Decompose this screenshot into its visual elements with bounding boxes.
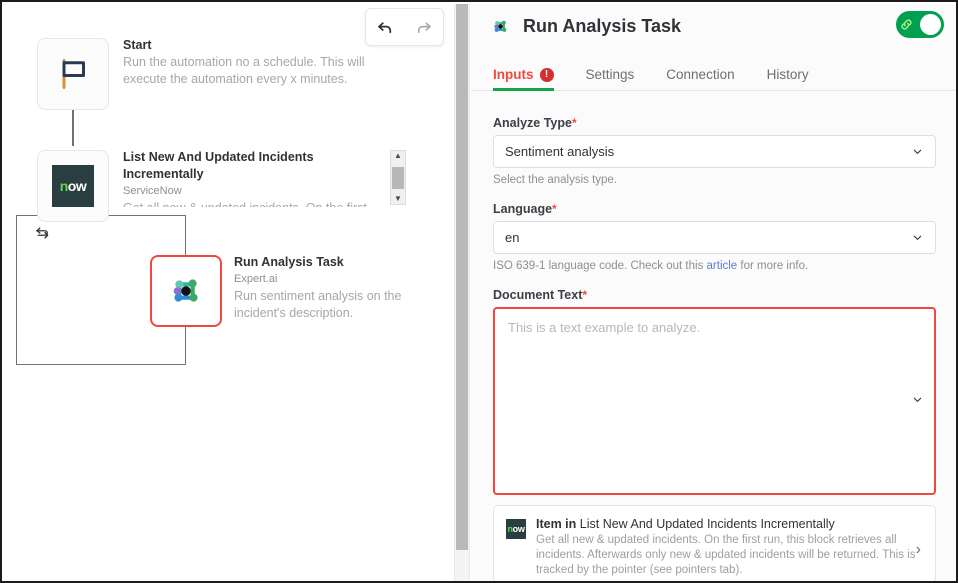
document-text-label: Document Text* (493, 288, 936, 302)
tab-connection-label: Connection (666, 67, 734, 82)
analyze-type-label-text: Analyze Type (493, 116, 572, 130)
node-run-analysis-task[interactable] (150, 255, 222, 327)
panel-scrollbar-thumb[interactable] (456, 4, 468, 550)
toggle-knob (920, 14, 941, 35)
node-servicenow-subtitle: ServiceNow (123, 183, 385, 200)
node-servicenow-title: List New And Updated Incidents Increment… (123, 149, 385, 183)
node-run-analysis-task-label: Run Analysis Task Expert.ai Run sentimen… (234, 254, 450, 322)
language-value: en (505, 230, 519, 245)
language-label-text: Language (493, 202, 552, 216)
document-text-label-text: Document Text (493, 288, 582, 302)
language-hint-after: for more info. (737, 260, 808, 272)
required-marker: * (582, 288, 587, 302)
page-title: Run Analysis Task (523, 16, 681, 37)
scroll-down-icon[interactable]: ▼ (394, 194, 402, 204)
node-analysis-title: Run Analysis Task (234, 254, 450, 271)
redo-button[interactable] (409, 12, 439, 42)
node-start[interactable] (37, 38, 109, 110)
node-analysis-description: Run sentiment analysis on the incident's… (234, 288, 450, 322)
node-servicenow-label: List New And Updated Incidents Increment… (123, 149, 385, 207)
scrollbar-thumb[interactable] (392, 167, 404, 189)
connection-toggle[interactable] (896, 11, 944, 38)
source-item-card[interactable]: now Item in List New And Updated Inciden… (493, 505, 936, 583)
document-text-placeholder: This is a text example to analyze. (508, 320, 700, 335)
tab-bar: Inputs ! Settings Connection History (471, 59, 958, 91)
analyze-type-label: Analyze Type* (493, 116, 936, 130)
undo-icon (376, 18, 394, 36)
required-marker: * (572, 116, 577, 130)
source-item-prefix: Item in (536, 517, 576, 531)
language-hint: ISO 639-1 language code. Check out this … (493, 260, 936, 272)
node-servicenow[interactable]: now (37, 150, 109, 222)
node-analysis-subtitle: Expert.ai (234, 271, 450, 288)
chevron-down-icon (911, 145, 924, 158)
inputs-error-badge: ! (540, 68, 554, 82)
expertai-logo-icon (167, 272, 205, 310)
chevron-down-icon (911, 231, 924, 244)
source-item-source: List New And Updated Incidents Increment… (580, 517, 835, 531)
language-label: Language* (493, 202, 936, 216)
link-icon (899, 17, 914, 32)
panel-header: Run Analysis Task (471, 4, 958, 49)
chevron-down-icon[interactable] (911, 393, 924, 409)
scroll-up-icon[interactable]: ▲ (394, 151, 402, 161)
tab-connection[interactable]: Connection (666, 67, 734, 90)
node-description-scrollbar[interactable]: ▲ ▼ (390, 150, 406, 205)
app-window: Start Run the automation no a schedule. … (0, 0, 958, 583)
source-item-title: Item in List New And Updated Incidents I… (536, 517, 916, 531)
tab-inputs-label: Inputs (493, 67, 534, 82)
flag-icon (55, 56, 91, 92)
node-start-title: Start (123, 37, 383, 54)
node-servicenow-description: Get all new & updated incidents. On the … (123, 200, 385, 207)
tab-history[interactable]: History (767, 67, 809, 90)
analyze-type-select[interactable]: Sentiment analysis (493, 135, 936, 168)
source-item-body: Item in List New And Updated Incidents I… (536, 517, 916, 578)
loop-icon (33, 224, 51, 242)
tab-settings-label: Settings (586, 67, 635, 82)
required-marker: * (552, 202, 557, 216)
redo-icon (415, 18, 433, 36)
tab-history-label: History (767, 67, 809, 82)
details-panel: Run Analysis Task Inputs ! Settings Conn… (471, 4, 958, 583)
servicenow-logo-icon: now (52, 165, 94, 207)
language-select[interactable]: en (493, 221, 936, 254)
document-text-input[interactable]: This is a text example to analyze. (493, 307, 936, 495)
inputs-form: Analyze Type* Sentiment analysis Select … (471, 100, 958, 583)
connector-start-to-servicenow (72, 110, 74, 146)
tab-inputs[interactable]: Inputs ! (493, 67, 554, 90)
servicenow-logo-icon: now (506, 519, 526, 539)
analyze-type-hint: Select the analysis type. (493, 174, 936, 186)
analyze-type-value: Sentiment analysis (505, 144, 614, 159)
chevron-right-icon[interactable]: › (916, 541, 921, 559)
language-hint-link[interactable]: article (707, 260, 738, 272)
flow-canvas[interactable]: Start Run the automation no a schedule. … (4, 4, 454, 583)
node-start-description: Run the automation no a schedule. This w… (123, 54, 383, 88)
source-item-description: Get all new & updated incidents. On the … (536, 533, 916, 578)
language-hint-before: ISO 639-1 language code. Check out this (493, 260, 707, 272)
expertai-logo-icon (491, 17, 510, 36)
tab-settings[interactable]: Settings (586, 67, 635, 90)
node-start-label: Start Run the automation no a schedule. … (123, 37, 383, 88)
